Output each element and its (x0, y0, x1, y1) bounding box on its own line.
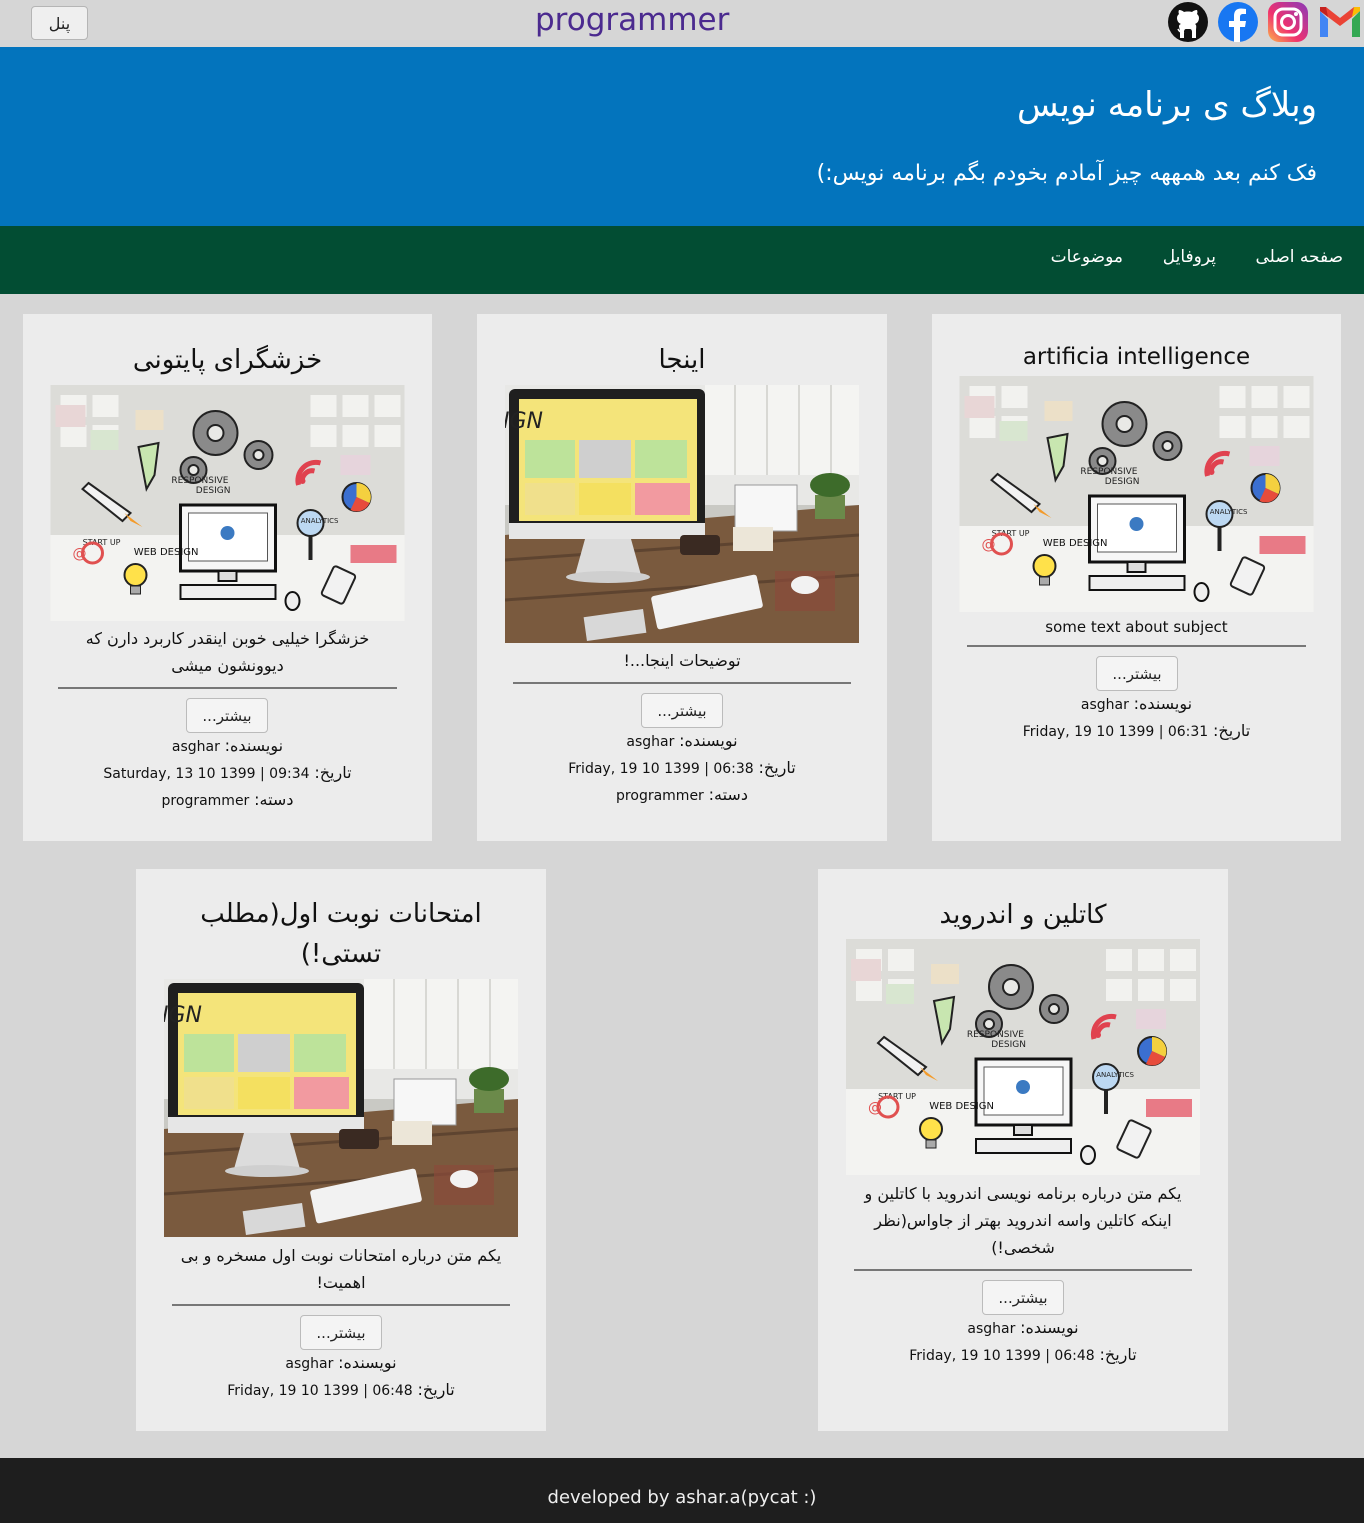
post-title[interactable]: اینجا (477, 340, 887, 380)
divider (58, 687, 397, 689)
divider (854, 1269, 1192, 1271)
panel-button[interactable]: پنل (31, 6, 88, 40)
divider (967, 645, 1306, 647)
post-image[interactable] (164, 979, 518, 1237)
post-date: تاریخ: Saturday, 13 10 1399 | 09:34 (103, 763, 352, 782)
post-category: دسته: programmer (161, 790, 294, 809)
nav-item-home[interactable]: صفحه اصلی (1256, 247, 1343, 267)
github-icon[interactable] (1167, 1, 1209, 43)
blog-title: وبلاگ ی برنامه نویس (1017, 85, 1317, 125)
post-author: نویسنده: asghar (1080, 694, 1193, 713)
post-author: نویسنده: asghar (171, 736, 284, 755)
post-description: توضیحات اینجا...! (623, 651, 741, 670)
post-description: some text about subject (1045, 618, 1228, 636)
post-title[interactable]: artificia intelligence (932, 337, 1341, 377)
post-title[interactable]: امتحانات نوبت اول(مطلب تستی!) (186, 894, 496, 974)
post-description: یکم متن درباره برنامه نویسی اندروید با ک… (864, 1184, 1182, 1257)
top-bar: پنل programmer (0, 0, 1364, 47)
post-title[interactable]: خزشگرای پایتونی (23, 340, 432, 380)
post-card: اینجا توضیحات اینجا...! بیشتر... نویسنده… (477, 314, 887, 841)
main-nav: صفحه اصلی پروفایل موضوعات (0, 226, 1364, 294)
divider (172, 1304, 510, 1306)
site-brand[interactable]: programmer (535, 2, 729, 38)
post-title[interactable]: کاتلین و اندروید (818, 895, 1228, 935)
post-image[interactable] (505, 385, 859, 643)
post-date: تاریخ: Friday, 19 10 1399 | 06:48 (909, 1345, 1137, 1364)
instagram-icon[interactable] (1267, 1, 1309, 43)
more-button[interactable]: بیشتر... (1096, 656, 1178, 691)
facebook-icon[interactable] (1217, 1, 1259, 43)
post-category: دسته: programmer (616, 785, 748, 804)
post-card: خزشگرای پایتونی خزشگرا خیلیی خوبن اینقدر… (23, 314, 432, 841)
post-author: نویسنده: asghar (967, 1318, 1079, 1337)
post-author: نویسنده: asghar (626, 731, 738, 750)
more-button[interactable]: بیشتر... (982, 1280, 1064, 1315)
site-header: وبلاگ ی برنامه نویس فک کنم بعد همههه چیز… (0, 47, 1364, 226)
nav-item-topics[interactable]: موضوعات (1051, 247, 1123, 267)
post-description: یکم متن درباره امتحانات نوبت اول مسخره و… (180, 1246, 502, 1292)
post-description: خزشگرا خیلیی خوبن اینقدر کاربرد دارن که … (85, 629, 370, 675)
more-button[interactable]: بیشتر... (300, 1315, 382, 1350)
post-date: تاریخ: Friday, 19 10 1399 | 06:48 (227, 1380, 455, 1399)
more-button[interactable]: بیشتر... (186, 698, 268, 733)
post-author: نویسنده: asghar (285, 1353, 397, 1372)
post-card: امتحانات نوبت اول(مطلب تستی!) یکم متن در… (136, 869, 546, 1431)
post-card: کاتلین و اندروید یکم متن درباره برنامه ن… (818, 869, 1228, 1431)
gmail-icon[interactable] (1318, 1, 1362, 43)
site-footer: developed by ashar.a(pycat :) (0, 1458, 1364, 1523)
post-card: artificia intelligence some text about s… (932, 314, 1341, 841)
post-image[interactable] (959, 376, 1314, 612)
divider (513, 682, 851, 684)
nav-item-profile[interactable]: پروفایل (1163, 247, 1216, 267)
post-image[interactable] (50, 385, 405, 621)
post-date: تاریخ: Friday, 19 10 1399 | 06:31 (1022, 721, 1251, 740)
post-date: تاریخ: Friday, 19 10 1399 | 06:38 (568, 758, 796, 777)
blog-subtitle: فک کنم بعد همههه چیز آمادم بخودم بگم برن… (816, 161, 1317, 186)
footer-credit: developed by ashar.a(pycat :) (547, 1487, 817, 1508)
more-button[interactable]: بیشتر... (641, 693, 723, 728)
post-image[interactable] (846, 939, 1200, 1175)
